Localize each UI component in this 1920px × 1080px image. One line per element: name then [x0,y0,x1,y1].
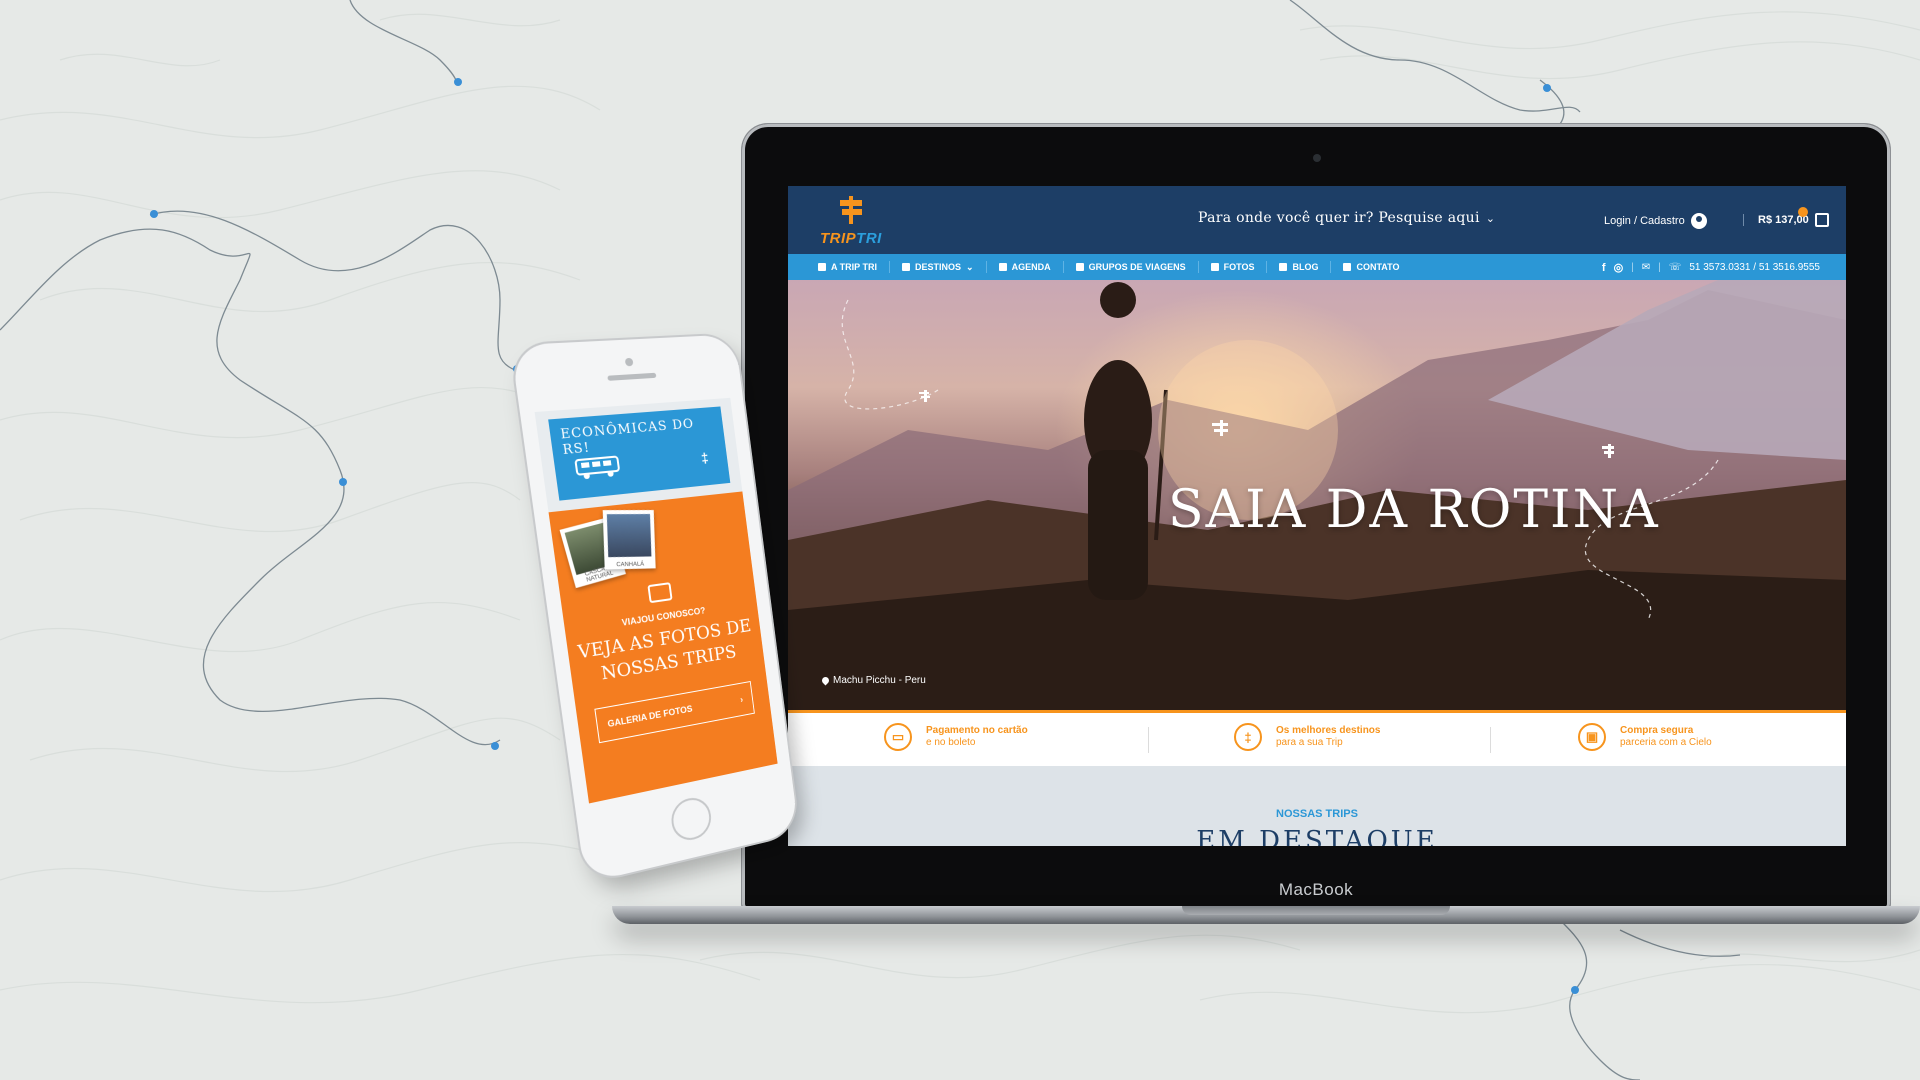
feature-subtitle: para a sua Trip [1276,737,1343,748]
feature-destinations: ‡ Os melhores destinos para a sua Trip [1234,723,1380,751]
user-icon [1690,213,1707,229]
calendar-icon [998,263,1007,271]
site-header: TRIPTRI Para onde você quer ir? Pesquise… [788,186,1846,254]
lock-icon: ▣ [1578,723,1606,751]
instagram-icon[interactable]: ◎ [1614,261,1624,274]
destination-search-trigger[interactable]: Para onde você quer ir? Pesquise aqui ⌄ [1198,210,1495,226]
card-icon: ▭ [884,723,912,751]
main-nav: A Trip Tri Destinos ⌄ Agenda Grupos de v… [788,254,1846,280]
nav-item-label: Fotos [1223,262,1255,272]
signpost-icon [818,263,826,271]
home-button[interactable] [668,794,714,844]
cart-button[interactable]: R$ 137,00 [1743,213,1829,227]
phone-speaker [607,372,657,381]
logo-text-trip: TRIP [820,230,857,247]
laptop-camera [1313,154,1321,162]
feature-title: Pagamento no cartão [926,725,1028,736]
section-title: EM DESTAQUE [1196,826,1438,846]
nav-item-label: Contato [1356,262,1400,272]
nav-item-contato[interactable]: Contato [1331,261,1411,273]
divider: | [1631,262,1634,273]
nav-item-blog[interactable]: Blog [1267,261,1332,273]
camera-icon [1210,263,1219,271]
divider: | [1658,262,1661,273]
bus-icon [574,455,621,480]
mail-icon[interactable]: ✉ [1642,262,1650,273]
feature-title: Compra segura [1620,725,1694,736]
laptop-notch [1182,906,1450,915]
hero-banner: SAIA DA ROTINA Machu Picchu - Peru [788,280,1846,710]
laptop-brand: MacBook [1278,880,1354,899]
nav-contact: f ◎ | ✉ | ☏ 51 3573.0331 / 51 3516.9555 [1602,261,1820,275]
site-logo[interactable]: TRIPTRI [818,194,888,247]
phone-icon: ☏ [1668,262,1682,273]
phone-camera [624,357,634,367]
chevron-down-icon: ⌄ [1485,211,1496,225]
feature-subtitle: e no boleto [926,737,976,748]
features-bar: ▭ Pagamento no cartão e no boleto ‡ Os m… [788,710,1846,766]
divider [1148,727,1149,753]
nav-item-label: Blog [1292,262,1319,272]
promo-banner[interactable]: ECONÔMICAS DO RS! ‡ [548,406,731,501]
divider [1743,214,1744,226]
photo-gallery-button[interactable]: GALERIA DE FOTOS › [594,680,755,744]
nav-item-a-trip-tri[interactable]: A Trip Tri [788,261,891,273]
feature-payment: ▭ Pagamento no cartão e no boleto [884,723,1028,751]
search-cta-label: Para onde você quer ir? Pesquise aqui [1198,210,1480,226]
photo-gallery-button-label: GALERIA DE FOTOS [606,703,694,730]
feature-title: Os melhores destinos [1276,725,1381,736]
nav-item-label: Grupos de viagens [1088,262,1186,272]
facebook-icon[interactable]: f [1602,262,1606,274]
login-link[interactable]: Login / Cadastro [1604,213,1707,229]
signpost-icon: ‡ [700,449,710,466]
feature-subtitle: parceria com a Cielo [1620,737,1712,748]
camera-icon [647,582,673,604]
chevron-down-icon: ⌄ [966,261,974,272]
signpost-icon: ‡ [1234,723,1262,751]
nav-item-label: A Trip Tri [831,262,878,272]
section-eyebrow: NOSSAS TRIPS [1276,808,1358,820]
nav-item-fotos[interactable]: Fotos [1199,261,1268,273]
group-icon [1075,263,1084,271]
nav-item-agenda[interactable]: Agenda [987,261,1064,273]
laptop-screen: TRIPTRI Para onde você quer ir? Pesquise… [788,186,1846,846]
signpost-icon [840,196,862,224]
featured-trips-section: NOSSAS TRIPS EM DESTAQUE [788,766,1846,846]
chevron-right-icon: › [739,694,744,705]
feature-secure: ▣ Compra segura parceria com a Cielo [1578,723,1712,751]
phone-numbers[interactable]: 51 3573.0331 / 51 3516.9555 [1689,262,1820,273]
phone-screen: ECONÔMICAS DO RS! ‡ CASCATA NATURAL CANH… [534,397,778,804]
cart-icon [1814,213,1829,227]
message-icon [1343,263,1352,271]
pin-icon [902,263,911,271]
photo-caption: CANHALÁ [616,561,645,569]
hero-title: SAIA DA ROTINA [1168,480,1660,540]
logo-text-tri: TRI [856,230,882,247]
nav-item-label: Agenda [1011,262,1051,272]
photo-card: CANHALÁ [602,510,656,570]
phone-top-section: ECONÔMICAS DO RS! ‡ [534,397,743,513]
nav-item-label: Destinos [915,262,962,272]
cart-badge [1798,207,1808,217]
chat-icon [1279,263,1288,271]
pin-icon [820,675,831,686]
nav-item-destinos[interactable]: Destinos ⌄ [890,261,987,273]
hero-location-label: Machu Picchu - Peru [833,675,926,686]
nav-item-grupos-de-viagens[interactable]: Grupos de viagens [1064,261,1199,273]
login-label: Login / Cadastro [1604,215,1685,227]
hero-location: Machu Picchu - Peru [820,675,926,686]
divider [1490,727,1491,753]
photo-stack: CASCATA NATURAL CANHALÁ [559,507,660,589]
